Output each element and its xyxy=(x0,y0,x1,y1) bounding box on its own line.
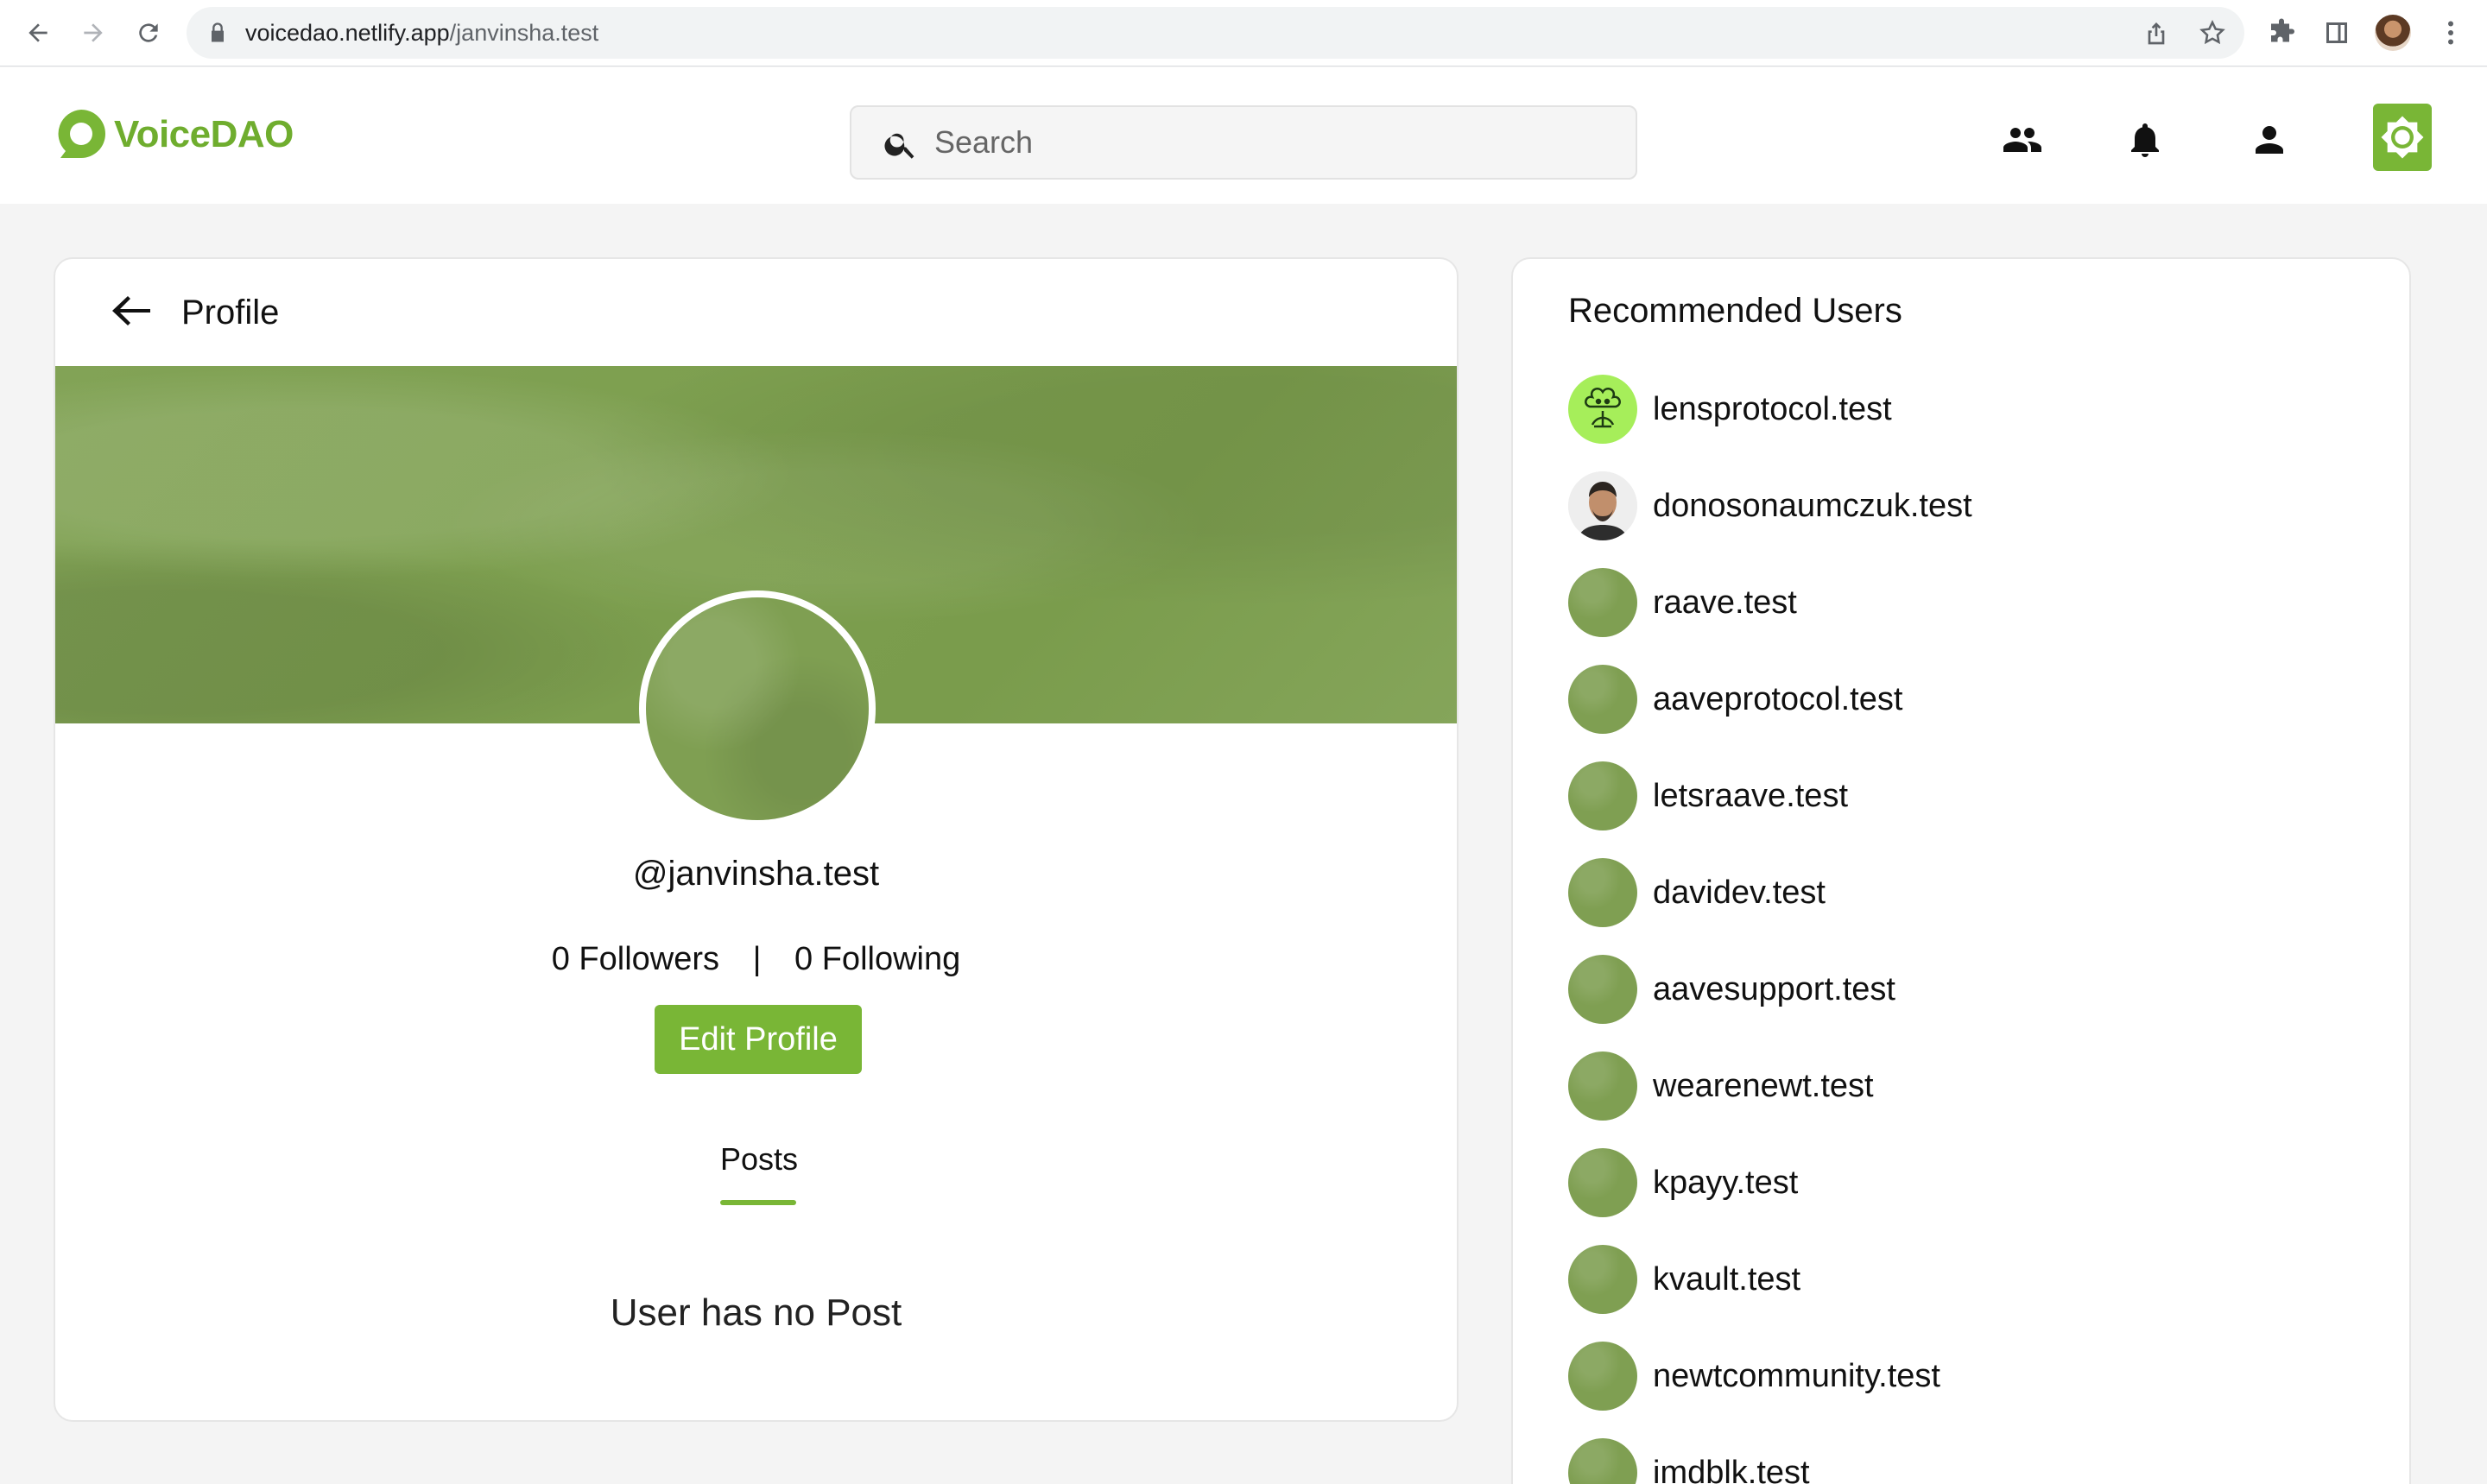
side-panel-icon[interactable] xyxy=(2321,17,2352,48)
recommended-user-item[interactable]: kvault.test xyxy=(1568,1231,1972,1328)
lock-icon xyxy=(212,22,224,42)
profile-card-header: Profile xyxy=(55,259,1457,366)
user-avatar xyxy=(1568,568,1637,637)
recommended-user-item[interactable]: raave.test xyxy=(1568,554,1972,651)
theme-toggle-button[interactable] xyxy=(2373,104,2432,171)
followers-count[interactable]: 0 Followers xyxy=(552,941,719,977)
browser-menu-icon[interactable] xyxy=(2435,17,2466,48)
user-avatar xyxy=(1568,1342,1637,1411)
recommended-users-list: lensprotocol.test donosonaumczuk.test ra… xyxy=(1568,361,1972,1484)
recommended-user-item[interactable]: newtcommunity.test xyxy=(1568,1328,1972,1424)
recommended-user-name[interactable]: newtcommunity.test xyxy=(1653,1358,1940,1395)
url-text: voicedao.netlify.app/janvinsha.test xyxy=(245,7,598,59)
stats-separator: | xyxy=(752,941,762,977)
forward-icon[interactable] xyxy=(74,14,112,52)
user-avatar xyxy=(1568,1148,1637,1217)
address-bar[interactable]: voicedao.netlify.app/janvinsha.test xyxy=(187,7,2244,59)
chat-bubble-logo-icon xyxy=(58,110,105,158)
user-avatar xyxy=(1568,665,1637,734)
reload-icon[interactable] xyxy=(130,14,168,52)
following-count[interactable]: 0 Following xyxy=(794,941,960,977)
app-header: VoiceDAO xyxy=(0,67,2487,204)
recommended-user-item[interactable]: imdblk.test xyxy=(1568,1424,1972,1484)
recommended-user-name[interactable]: lensprotocol.test xyxy=(1653,391,1892,428)
url-host: voicedao.netlify.app xyxy=(245,20,450,46)
user-avatar xyxy=(1568,1245,1637,1314)
profile-card: Profile @janvinsha.test 0 Followers | 0 … xyxy=(54,257,1459,1422)
brightness-icon xyxy=(2381,116,2424,159)
recommended-users-panel: Recommended Users lensprotocol.test dono… xyxy=(1511,257,2411,1484)
recommended-user-name[interactable]: kvault.test xyxy=(1653,1261,1800,1298)
bookmark-star-icon[interactable] xyxy=(2198,18,2227,47)
recommended-user-item[interactable]: aavesupport.test xyxy=(1568,941,1972,1038)
tab-posts[interactable]: Posts xyxy=(720,1141,798,1178)
people-icon[interactable] xyxy=(1997,114,2048,166)
user-photo-avatar xyxy=(1568,471,1637,540)
search-icon xyxy=(884,133,914,159)
url-path: /janvinsha.test xyxy=(449,20,599,46)
recommended-user-item[interactable]: donosonaumczuk.test xyxy=(1568,458,1972,554)
recommended-user-item[interactable]: letsraave.test xyxy=(1568,748,1972,844)
user-profile-icon[interactable] xyxy=(2243,114,2295,166)
browser-toolbar: voicedao.netlify.app/janvinsha.test xyxy=(0,0,2487,66)
recommended-user-item[interactable]: kpayy.test xyxy=(1568,1134,1972,1231)
recommended-user-name[interactable]: wearenewt.test xyxy=(1653,1068,1874,1105)
recommended-user-name[interactable]: aavesupport.test xyxy=(1653,971,1895,1008)
lens-logo-avatar xyxy=(1568,375,1637,444)
recommended-user-name[interactable]: aaveprotocol.test xyxy=(1653,681,1902,718)
user-avatar xyxy=(1568,955,1637,1024)
voicedao-logo[interactable]: VoiceDAO xyxy=(55,108,294,161)
recommended-user-item[interactable]: davidev.test xyxy=(1568,844,1972,941)
user-avatar xyxy=(1568,761,1637,830)
browser-profile-avatar[interactable] xyxy=(2375,15,2411,51)
edit-profile-button[interactable]: Edit Profile xyxy=(655,1005,862,1074)
recommended-user-name[interactable]: davidev.test xyxy=(1653,875,1826,912)
logo-text: VoiceDAO xyxy=(114,113,294,155)
notification-bell-icon[interactable] xyxy=(2119,114,2171,166)
profile-avatar xyxy=(639,590,876,827)
extensions-puzzle-icon[interactable] xyxy=(2266,17,2297,48)
back-arrow-icon[interactable] xyxy=(109,292,154,330)
search-box[interactable] xyxy=(850,105,1637,180)
recommended-user-name[interactable]: kpayy.test xyxy=(1653,1165,1798,1202)
user-avatar xyxy=(1568,858,1637,927)
recommended-user-name[interactable]: donosonaumczuk.test xyxy=(1653,488,1972,525)
recommended-user-name[interactable]: letsraave.test xyxy=(1653,778,1848,815)
recommended-user-item[interactable]: wearenewt.test xyxy=(1568,1038,1972,1134)
profile-handle: @janvinsha.test xyxy=(632,855,880,893)
recommended-user-item[interactable]: aaveprotocol.test xyxy=(1568,651,1972,748)
recommended-user-item[interactable]: lensprotocol.test xyxy=(1568,361,1972,458)
empty-posts-message: User has no Post xyxy=(610,1291,902,1334)
page-title: Profile xyxy=(181,294,280,332)
back-icon[interactable] xyxy=(19,14,57,52)
recommended-user-name[interactable]: raave.test xyxy=(1653,584,1797,622)
tab-active-indicator xyxy=(720,1200,796,1205)
follow-stats: 0 Followers | 0 Following xyxy=(55,941,1457,978)
search-input[interactable] xyxy=(934,107,1608,178)
user-avatar xyxy=(1568,1051,1637,1121)
share-icon[interactable] xyxy=(2142,19,2170,47)
recommended-users-title: Recommended Users xyxy=(1568,292,1902,330)
user-avatar xyxy=(1568,1438,1637,1484)
recommended-user-name[interactable]: imdblk.test xyxy=(1653,1455,1810,1484)
